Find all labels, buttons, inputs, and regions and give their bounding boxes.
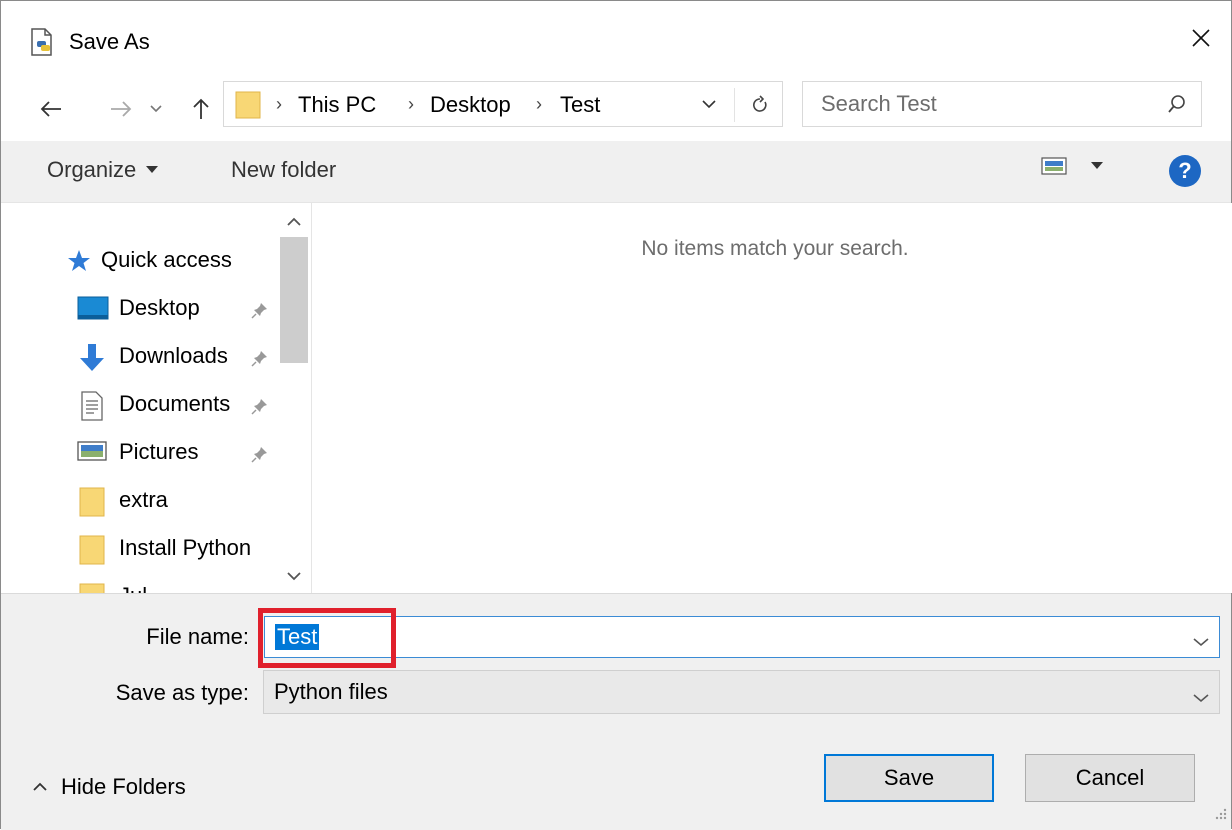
chevron-down-icon <box>287 572 301 581</box>
hide-folders-button[interactable]: Hide Folders <box>33 774 186 800</box>
navigation-pane: Quick access Desktop Downloads Documents… <box>1 203 311 593</box>
folder-icon <box>79 487 109 517</box>
document-icon <box>79 391 109 421</box>
close-button[interactable] <box>1171 13 1231 63</box>
arrow-right-icon <box>111 101 132 117</box>
close-icon <box>1192 29 1210 47</box>
file-name-dropdown-button[interactable] <box>1193 627 1209 653</box>
chevron-right-icon: › <box>276 94 282 114</box>
pin-icon[interactable] <box>251 347 269 373</box>
save-as-type-label: Save as type: <box>115 680 249 705</box>
nav-item-jul[interactable]: Jul <box>1 575 277 593</box>
nav-item-label: Desktop <box>119 295 200 320</box>
desktop-icon <box>77 295 109 323</box>
download-arrow-icon <box>77 343 107 371</box>
pin-icon[interactable] <box>251 299 269 325</box>
chevron-up-icon <box>287 217 301 226</box>
nav-item-label: extra <box>119 487 168 512</box>
up-button[interactable] <box>181 89 221 129</box>
empty-message: No items match your search. <box>641 237 909 260</box>
resize-grip-icon[interactable] <box>1213 800 1227 826</box>
scroll-up-button[interactable] <box>277 207 311 237</box>
help-button[interactable]: ? <box>1169 155 1201 187</box>
address-bar[interactable]: › This PC › Desktop › Test <box>223 81 783 127</box>
scroll-down-button[interactable] <box>277 561 311 591</box>
folder-icon <box>234 90 262 120</box>
chevron-down-icon <box>702 100 716 109</box>
title-bar: Save As <box>1 1 1231 79</box>
scroll-thumb[interactable] <box>280 237 308 363</box>
new-folder-button[interactable]: New folder <box>231 157 336 183</box>
file-name-label: File name: <box>146 624 249 649</box>
cancel-button[interactable]: Cancel <box>1025 754 1195 802</box>
breadcrumb-this-pc[interactable]: This PC <box>298 92 376 118</box>
save-as-type-select[interactable]: Python files <box>263 670 1220 714</box>
address-dropdown-button[interactable] <box>702 93 716 114</box>
nav-item-downloads[interactable]: Downloads <box>1 335 277 379</box>
highlight-box <box>258 608 396 668</box>
folder-icon <box>79 535 109 565</box>
nav-item-pictures[interactable]: Pictures <box>1 431 277 475</box>
picture-icon <box>77 439 107 467</box>
command-bar: Organize New folder ? <box>1 141 1231 203</box>
save-form: File name: Test Save as type: Python fil… <box>1 593 1231 830</box>
back-button[interactable] <box>31 89 71 129</box>
file-list-pane[interactable]: No items match your search. <box>312 203 1232 593</box>
chevron-down-icon <box>1193 638 1209 647</box>
chevron-down-icon <box>1193 694 1209 703</box>
forward-button[interactable] <box>101 89 141 129</box>
organize-button[interactable]: Organize <box>47 157 159 183</box>
nav-item-quick-access[interactable]: Quick access <box>1 239 277 283</box>
nav-item-desktop[interactable]: Desktop <box>1 287 277 331</box>
hide-folders-label: Hide Folders <box>61 774 186 799</box>
breadcrumb-test[interactable]: Test <box>560 92 600 118</box>
pin-icon[interactable] <box>251 443 269 469</box>
save-as-dialog: Save As › This PC › Desktop › Test Searc… <box>0 0 1232 830</box>
change-view-button[interactable] <box>1041 157 1103 175</box>
arrow-up-icon <box>193 98 209 119</box>
recent-locations-button[interactable] <box>141 89 171 129</box>
search-box[interactable] <box>802 81 1202 127</box>
refresh-button[interactable] <box>734 88 784 122</box>
nav-item-extra[interactable]: extra <box>1 479 277 523</box>
chevron-down-icon <box>150 105 162 113</box>
search-input[interactable] <box>803 82 1201 126</box>
address-row: › This PC › Desktop › Test <box>1 79 1231 139</box>
arrow-left-icon <box>40 101 61 117</box>
nav-item-label: Pictures <box>119 439 199 464</box>
folder-icon <box>79 583 109 593</box>
python-file-icon <box>27 27 57 57</box>
organize-label: Organize <box>47 157 137 182</box>
caret-down-icon <box>146 166 159 173</box>
chevron-right-icon: › <box>536 94 542 114</box>
nav-item-label: Jul <box>119 583 147 593</box>
nav-item-label: Install Python <box>119 535 252 560</box>
breadcrumb-desktop[interactable]: Desktop <box>430 92 511 118</box>
chevron-right-icon: › <box>408 94 414 114</box>
caret-down-icon <box>1091 162 1103 169</box>
nav-item-label: Quick access <box>101 247 232 272</box>
nav-item-documents[interactable]: Documents <box>1 383 277 427</box>
window-title: Save As <box>69 29 150 54</box>
save-button[interactable]: Save <box>824 754 994 802</box>
refresh-icon <box>752 95 767 112</box>
nav-scrollbar[interactable] <box>277 203 311 593</box>
nav-item-label: Downloads <box>119 343 228 368</box>
file-name-field[interactable]: Test <box>264 616 1220 658</box>
view-icon <box>1041 157 1067 175</box>
nav-item-install-python[interactable]: Install Python <box>1 527 277 571</box>
star-icon <box>65 247 95 275</box>
chevron-up-icon <box>33 782 47 791</box>
pin-icon[interactable] <box>251 395 269 421</box>
search-icon <box>1167 94 1187 120</box>
save-as-type-dropdown-button[interactable] <box>1193 683 1209 709</box>
nav-item-label: Documents <box>119 391 231 416</box>
save-as-type-value: Python files <box>274 679 388 704</box>
